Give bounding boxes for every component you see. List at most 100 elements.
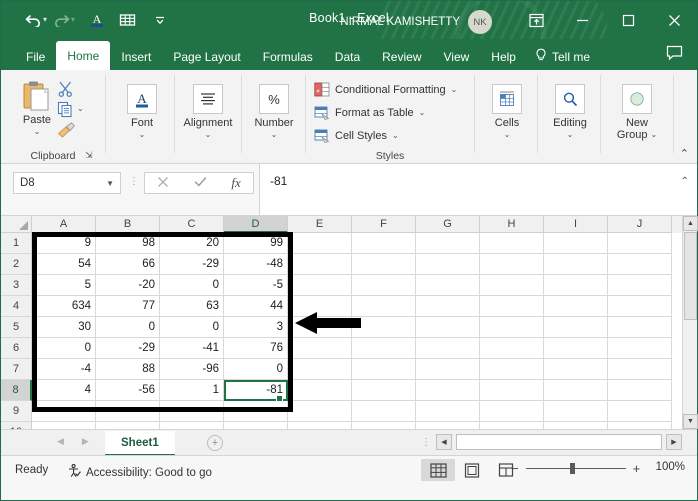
maximize-icon[interactable]	[605, 1, 651, 39]
cell-d7[interactable]: 0	[224, 359, 288, 380]
cell-i7[interactable]	[544, 359, 608, 380]
zoom-slider-thumb[interactable]	[570, 463, 575, 474]
cell-f1[interactable]	[352, 233, 416, 254]
row-header-3[interactable]: 3	[1, 275, 32, 296]
row-header-8[interactable]: 8	[1, 380, 32, 401]
cell-e3[interactable]	[288, 275, 352, 296]
cell-d2[interactable]: -48	[224, 254, 288, 275]
cell-f7[interactable]	[352, 359, 416, 380]
horizontal-scrollbar[interactable]: ◀ ▶	[436, 434, 682, 450]
cell-c4[interactable]: 63	[160, 296, 224, 317]
font-button[interactable]: A Font ⌄	[114, 84, 170, 139]
cell-b7[interactable]: 88	[96, 359, 160, 380]
cut-button[interactable]	[57, 80, 74, 102]
cell-j3[interactable]	[608, 275, 672, 296]
select-all-button[interactable]	[1, 216, 32, 233]
cells-dropdown-caret[interactable]: ⌄	[504, 130, 511, 139]
cell-a9[interactable]	[32, 401, 96, 422]
cell-a8[interactable]: 4	[32, 380, 96, 401]
tab-view[interactable]: View	[433, 43, 481, 70]
page-layout-view-button[interactable]	[455, 459, 489, 481]
tab-formulas[interactable]: Formulas	[252, 43, 324, 70]
cell-h6[interactable]	[480, 338, 544, 359]
format-as-table-button[interactable]: Format as Table ⌄	[314, 103, 425, 122]
cell-c6[interactable]: -41	[160, 338, 224, 359]
tab-help[interactable]: Help	[480, 43, 527, 70]
cell-j8[interactable]	[608, 380, 672, 401]
cell-d9[interactable]	[224, 401, 288, 422]
cell-g8[interactable]	[416, 380, 480, 401]
avatar[interactable]: NK	[468, 10, 492, 34]
vertical-scrollbar[interactable]: ▲ ▼	[682, 216, 697, 429]
accessibility-status[interactable]: Accessibility: Good to go	[67, 464, 212, 481]
chevron-down-icon[interactable]: ⌄	[451, 85, 458, 94]
ribbon-display-options-icon[interactable]	[513, 1, 559, 39]
cell-g2[interactable]	[416, 254, 480, 275]
chevron-down-icon[interactable]: ⌄	[392, 131, 399, 140]
expand-formula-bar-icon[interactable]: ⌃	[681, 176, 689, 187]
cell-c3[interactable]: 0	[160, 275, 224, 296]
cell-a2[interactable]: 54	[32, 254, 96, 275]
cell-a6[interactable]: 0	[32, 338, 96, 359]
cell-f2[interactable]	[352, 254, 416, 275]
cell-h9[interactable]	[480, 401, 544, 422]
row-header-2[interactable]: 2	[1, 254, 32, 275]
alignment-button[interactable]: Alignment ⌄	[180, 84, 236, 139]
cell-j1[interactable]	[608, 233, 672, 254]
column-header-d[interactable]: D	[224, 216, 288, 233]
formula-bar-handle[interactable]: ⋮	[129, 176, 140, 187]
row-header-4[interactable]: 4	[1, 296, 32, 317]
cell-h8[interactable]	[480, 380, 544, 401]
cell-g1[interactable]	[416, 233, 480, 254]
tab-review[interactable]: Review	[371, 43, 432, 70]
cell-a5[interactable]: 30	[32, 317, 96, 338]
sheet-tab-sheet1[interactable]: Sheet1	[105, 431, 175, 456]
cell-h2[interactable]	[480, 254, 544, 275]
cell-b6[interactable]: -29	[96, 338, 160, 359]
vertical-scroll-thumb[interactable]	[684, 232, 697, 320]
new-group-button[interactable]: New Group ⌄	[609, 84, 665, 141]
cell-a4[interactable]: 634	[32, 296, 96, 317]
cell-g6[interactable]	[416, 338, 480, 359]
column-header-j[interactable]: J	[608, 216, 672, 233]
cell-h5[interactable]	[480, 317, 544, 338]
cell-f6[interactable]	[352, 338, 416, 359]
editing-dropdown-caret[interactable]: ⌄	[567, 130, 574, 139]
cell-c9[interactable]	[160, 401, 224, 422]
cell-i5[interactable]	[544, 317, 608, 338]
alignment-dropdown-caret[interactable]: ⌄	[205, 130, 212, 139]
cell-b1[interactable]: 98	[96, 233, 160, 254]
cell-e9[interactable]	[288, 401, 352, 422]
cell-j6[interactable]	[608, 338, 672, 359]
horizontal-scroll-track[interactable]	[456, 434, 662, 450]
normal-view-button[interactable]	[421, 459, 455, 481]
cell-f9[interactable]	[352, 401, 416, 422]
zoom-in-button[interactable]: +	[633, 461, 641, 476]
cells-button[interactable]: Cells ⌄	[479, 84, 535, 139]
row-header-1[interactable]: 1	[1, 233, 32, 254]
tab-data[interactable]: Data	[324, 43, 371, 70]
cell-f8[interactable]	[352, 380, 416, 401]
cell-i1[interactable]	[544, 233, 608, 254]
cell-c2[interactable]: -29	[160, 254, 224, 275]
name-box-dropdown-caret[interactable]: ▼	[106, 179, 114, 188]
new-group-dropdown-caret[interactable]: ⌄	[650, 131, 657, 140]
cell-i9[interactable]	[544, 401, 608, 422]
collapse-ribbon-button[interactable]: ⌃	[680, 147, 689, 160]
cell-b4[interactable]: 77	[96, 296, 160, 317]
cell-j7[interactable]	[608, 359, 672, 380]
row-header-6[interactable]: 6	[1, 338, 32, 359]
row-header-5[interactable]: 5	[1, 317, 32, 338]
tab-home[interactable]: Home	[56, 41, 110, 70]
cell-h1[interactable]	[480, 233, 544, 254]
editing-button[interactable]: Editing ⌄	[542, 84, 598, 139]
formula-input[interactable]: -81	[259, 164, 697, 215]
cell-i3[interactable]	[544, 275, 608, 296]
scroll-right-icon[interactable]: ▶	[666, 434, 682, 450]
cell-f3[interactable]	[352, 275, 416, 296]
cell-g7[interactable]	[416, 359, 480, 380]
tab-file[interactable]: File	[15, 43, 56, 70]
comments-icon[interactable]	[666, 45, 683, 66]
scroll-down-icon[interactable]: ▼	[683, 414, 698, 429]
tell-me-box[interactable]: Tell me	[527, 43, 598, 70]
